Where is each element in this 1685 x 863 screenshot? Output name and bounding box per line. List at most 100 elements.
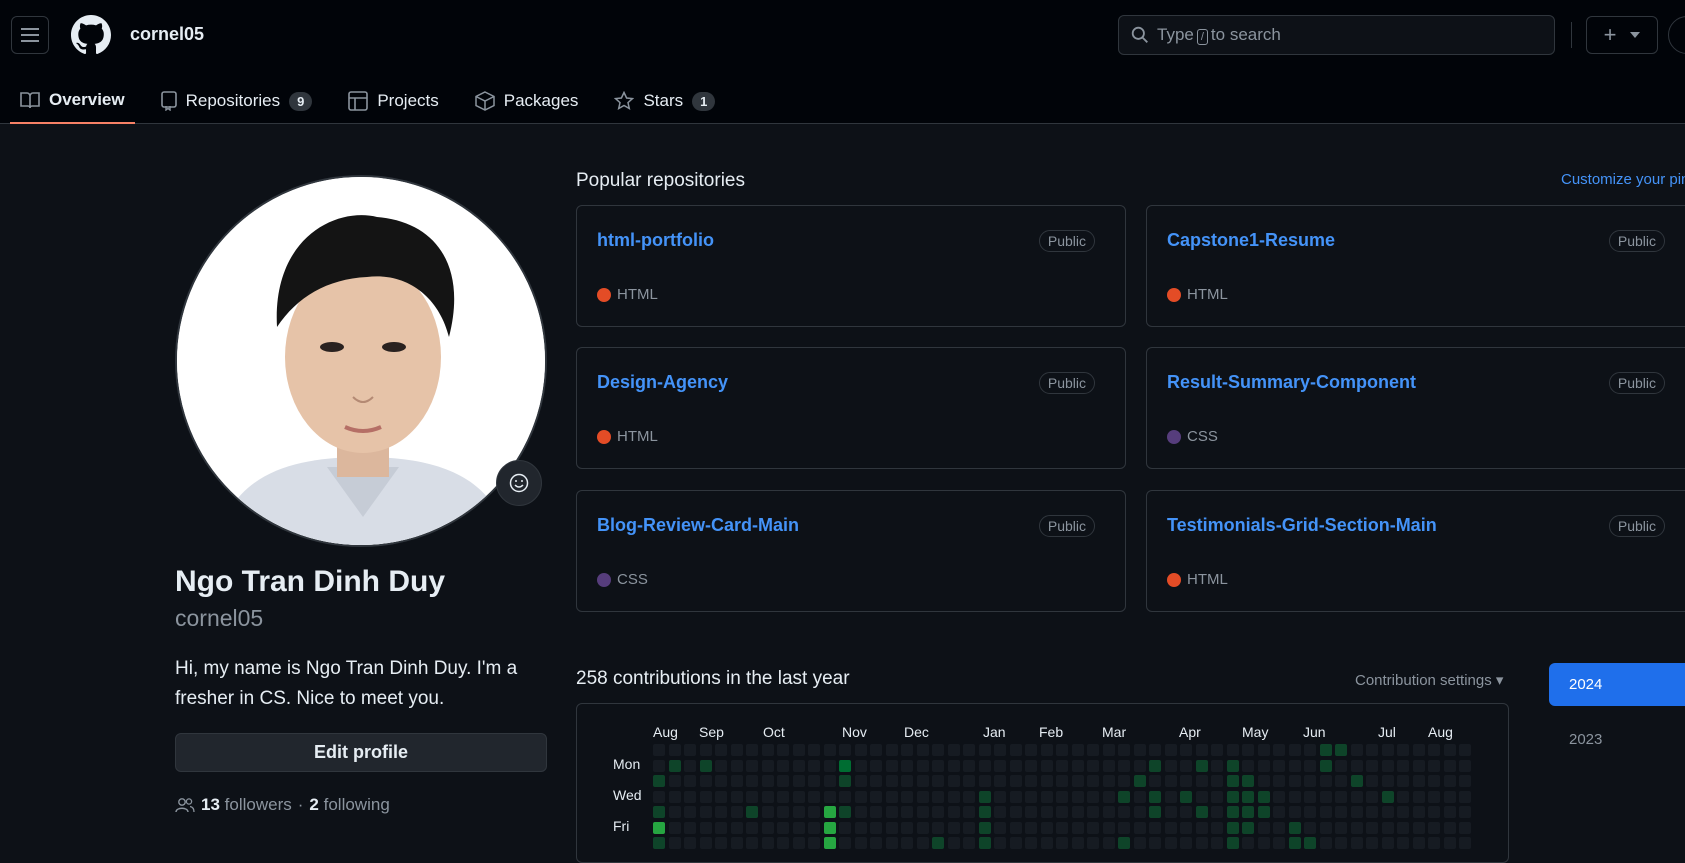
contribution-day-cell[interactable]: [1304, 775, 1316, 787]
contribution-day-cell[interactable]: [777, 790, 789, 803]
contribution-day-cell[interactable]: [1180, 790, 1192, 803]
contribution-day-cell[interactable]: [1102, 775, 1115, 787]
contribution-day-cell[interactable]: [1242, 744, 1254, 756]
contribution-day-cell[interactable]: [792, 806, 805, 818]
contribution-day-cell[interactable]: [1397, 759, 1409, 772]
contribution-day-cell[interactable]: [699, 821, 712, 834]
contribution-day-cell[interactable]: [1056, 775, 1068, 787]
contribution-day-cell[interactable]: [1366, 821, 1378, 834]
contribution-day-cell[interactable]: [1025, 790, 1037, 803]
contribution-day-cell[interactable]: [1164, 775, 1177, 787]
contribution-day-cell[interactable]: [1164, 821, 1177, 834]
contribution-day-cell[interactable]: [870, 821, 882, 834]
contribution-day-cell[interactable]: [1242, 759, 1254, 772]
contribution-day-cell[interactable]: [730, 744, 743, 756]
contribution-day-cell[interactable]: [1195, 821, 1208, 834]
contribution-day-cell[interactable]: [1226, 759, 1239, 772]
contribution-day-cell[interactable]: [1412, 821, 1425, 834]
contribution-day-cell[interactable]: [823, 759, 836, 772]
contribution-day-cell[interactable]: [1304, 821, 1316, 834]
contribution-day-cell[interactable]: [1118, 759, 1130, 772]
contribution-day-cell[interactable]: [854, 806, 867, 818]
contribution-day-cell[interactable]: [1040, 759, 1053, 772]
contribution-day-cell[interactable]: [1412, 759, 1425, 772]
contribution-day-cell[interactable]: [777, 837, 789, 849]
contribution-day-cell[interactable]: [978, 744, 991, 756]
contribution-day-cell[interactable]: [715, 744, 727, 756]
contribution-day-cell[interactable]: [947, 744, 960, 756]
contribution-day-cell[interactable]: [1273, 775, 1285, 787]
contribution-day-cell[interactable]: [947, 775, 960, 787]
contribution-day-cell[interactable]: [978, 837, 991, 849]
contribution-day-cell[interactable]: [978, 806, 991, 818]
contribution-day-cell[interactable]: [684, 790, 696, 803]
contribution-day-cell[interactable]: [715, 775, 727, 787]
contribution-day-cell[interactable]: [1009, 806, 1022, 818]
contribution-day-cell[interactable]: [823, 837, 836, 849]
contribution-day-cell[interactable]: [1087, 775, 1099, 787]
contribution-day-cell[interactable]: [1443, 759, 1456, 772]
contribution-day-cell[interactable]: [947, 837, 960, 849]
contribution-day-cell[interactable]: [1102, 744, 1115, 756]
contribution-day-cell[interactable]: [684, 837, 696, 849]
contribution-day-cell[interactable]: [777, 821, 789, 834]
contribution-day-cell[interactable]: [1087, 744, 1099, 756]
contribution-day-cell[interactable]: [699, 744, 712, 756]
contribution-day-cell[interactable]: [1288, 790, 1301, 803]
contribution-day-cell[interactable]: [947, 821, 960, 834]
contribution-day-cell[interactable]: [932, 790, 944, 803]
contribution-day-cell[interactable]: [978, 775, 991, 787]
contribution-day-cell[interactable]: [963, 790, 975, 803]
contribution-day-cell[interactable]: [730, 837, 743, 849]
contribution-day-cell[interactable]: [823, 744, 836, 756]
contribution-day-cell[interactable]: [1428, 744, 1440, 756]
contribution-day-cell[interactable]: [1226, 790, 1239, 803]
contribution-day-cell[interactable]: [761, 744, 774, 756]
contribution-day-cell[interactable]: [1164, 837, 1177, 849]
contribution-day-cell[interactable]: [808, 821, 820, 834]
contribution-day-cell[interactable]: [1381, 775, 1394, 787]
contribution-day-cell[interactable]: [1428, 775, 1440, 787]
contribution-day-cell[interactable]: [1102, 821, 1115, 834]
contribution-day-cell[interactable]: [1149, 837, 1161, 849]
contribution-day-cell[interactable]: [1040, 837, 1053, 849]
contribution-day-cell[interactable]: [1288, 775, 1301, 787]
contribution-day-cell[interactable]: [1288, 806, 1301, 818]
contribution-day-cell[interactable]: [1257, 790, 1270, 803]
contribution-day-cell[interactable]: [963, 821, 975, 834]
contribution-day-cell[interactable]: [792, 790, 805, 803]
contribution-day-cell[interactable]: [1226, 775, 1239, 787]
contribution-day-cell[interactable]: [699, 837, 712, 849]
contribution-day-cell[interactable]: [1180, 759, 1192, 772]
contribution-day-cell[interactable]: [839, 759, 851, 772]
contribution-day-cell[interactable]: [1118, 744, 1130, 756]
year-button-2024[interactable]: 2024: [1549, 663, 1685, 706]
edit-profile-button[interactable]: Edit profile: [175, 733, 547, 772]
contribution-day-cell[interactable]: [1257, 744, 1270, 756]
contribution-day-cell[interactable]: [1211, 759, 1223, 772]
contribution-day-cell[interactable]: [761, 775, 774, 787]
contribution-day-cell[interactable]: [1381, 744, 1394, 756]
contribution-day-cell[interactable]: [994, 806, 1006, 818]
contribution-day-cell[interactable]: [792, 759, 805, 772]
repo-name-link[interactable]: html-portfolio: [597, 230, 714, 251]
set-status-button[interactable]: [496, 460, 542, 506]
contribution-day-cell[interactable]: [668, 837, 681, 849]
contribution-day-cell[interactable]: [1149, 759, 1161, 772]
contribution-day-cell[interactable]: [1071, 837, 1084, 849]
contribution-day-cell[interactable]: [901, 759, 913, 772]
contribution-day-cell[interactable]: [1350, 821, 1363, 834]
contribution-day-cell[interactable]: [932, 759, 944, 772]
contribution-day-cell[interactable]: [1118, 775, 1130, 787]
contribution-day-cell[interactable]: [1102, 759, 1115, 772]
contribution-day-cell[interactable]: [1242, 806, 1254, 818]
contribution-day-cell[interactable]: [730, 821, 743, 834]
contribution-day-cell[interactable]: [1009, 790, 1022, 803]
github-logo-icon[interactable]: [71, 15, 111, 55]
contribution-day-cell[interactable]: [1397, 821, 1409, 834]
contribution-day-cell[interactable]: [823, 821, 836, 834]
header-avatar[interactable]: [1668, 16, 1685, 54]
contribution-day-cell[interactable]: [777, 744, 789, 756]
contribution-day-cell[interactable]: [653, 837, 665, 849]
contribution-day-cell[interactable]: [1211, 790, 1223, 803]
